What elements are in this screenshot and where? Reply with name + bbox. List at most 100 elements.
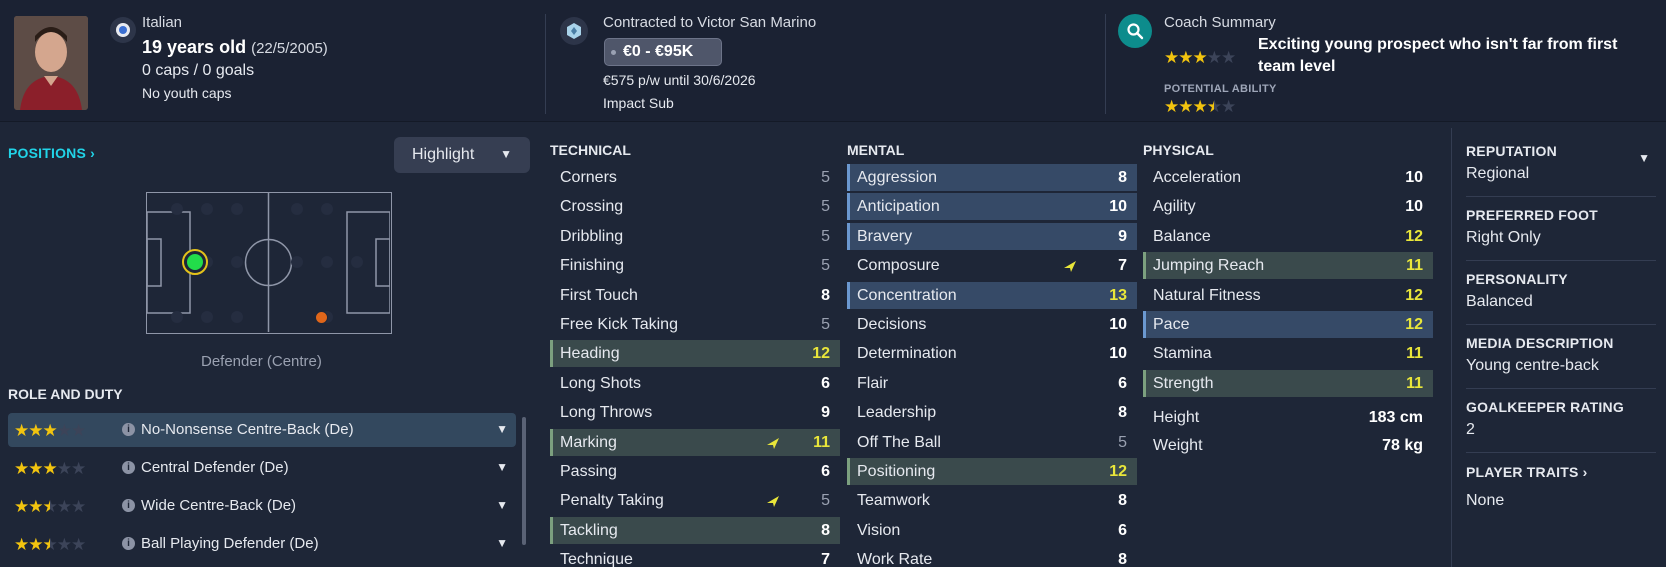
attribute-row-long-throws[interactable]: Long Throws 9 bbox=[550, 399, 840, 426]
header-divider bbox=[1105, 14, 1106, 114]
info-icon[interactable]: i bbox=[122, 537, 135, 550]
chevron-down-icon[interactable]: ▼ bbox=[496, 536, 508, 550]
attribute-row-crossing[interactable]: Crossing 5 bbox=[550, 193, 840, 220]
attribute-row-acceleration[interactable]: Acceleration 10 bbox=[1143, 164, 1433, 191]
attribute-value: 6 bbox=[821, 463, 830, 480]
attribute-name: Tackling bbox=[560, 521, 618, 539]
info-icon[interactable]: i bbox=[122, 461, 135, 474]
reputation-section[interactable]: REPUTATION Regional ▼ bbox=[1466, 143, 1656, 183]
attribute-name: Marking bbox=[560, 433, 617, 451]
attribute-row-tackling[interactable]: Tackling 8 bbox=[550, 516, 840, 544]
goalkeeper-rating-label: GOALKEEPER RATING bbox=[1466, 399, 1624, 415]
role-row-ball-playing-defender[interactable]: ★ ★ ★ ★ ★ i Ball Playing Defender (De) ▼ bbox=[8, 527, 516, 561]
search-icon[interactable] bbox=[1118, 14, 1152, 48]
role-rating-stars: ★ ★ ★ ★ ★ bbox=[14, 535, 86, 554]
youth-caps: No youth caps bbox=[142, 85, 232, 101]
attribute-row-concentration[interactable]: Concentration 13 bbox=[847, 281, 1137, 309]
attribute-row-marking[interactable]: Marking 11 bbox=[550, 428, 840, 456]
attribute-row-corners[interactable]: Corners 5 bbox=[550, 164, 840, 191]
attribute-row-dribbling[interactable]: Dribbling 5 bbox=[550, 223, 840, 250]
attribute-row-pace[interactable]: Pace 12 bbox=[1143, 311, 1433, 338]
attribute-row-leadership[interactable]: Leadership 8 bbox=[847, 399, 1137, 426]
attribute-value: 11 bbox=[813, 433, 830, 451]
attribute-row-composure[interactable]: Composure 7 bbox=[847, 252, 1137, 279]
attribute-row-agility[interactable]: Agility 10 bbox=[1143, 193, 1433, 220]
attribute-name: Acceleration bbox=[1153, 169, 1242, 186]
attribute-name: Natural Fitness bbox=[1153, 286, 1261, 304]
wage-range-text: €0 - €95K bbox=[623, 43, 694, 60]
role-row-central-defender[interactable]: ★ ★ ★ ★ ★ i Central Defender (De) ▼ bbox=[8, 451, 516, 485]
attribute-row-penalty-taking[interactable]: Penalty Taking 5 bbox=[550, 487, 840, 514]
attribute-row-anticipation[interactable]: Anticipation 10 bbox=[847, 193, 1137, 221]
progress-arrow-icon bbox=[767, 437, 779, 449]
attribute-value: 11 bbox=[1406, 374, 1423, 392]
attribute-row-finishing[interactable]: Finishing 5 bbox=[550, 252, 840, 279]
wage-range-pill[interactable]: €0 - €95K bbox=[604, 38, 722, 66]
attribute-name: Dribbling bbox=[560, 227, 624, 245]
weight-row: Weight 78 kg bbox=[1143, 432, 1433, 459]
attribute-value: 8 bbox=[1118, 169, 1127, 186]
club-badge-icon[interactable] bbox=[560, 17, 588, 45]
positions-link[interactable]: POSITIONS › bbox=[8, 145, 95, 161]
divider bbox=[1466, 452, 1656, 453]
attribute-row-determination[interactable]: Determination 10 bbox=[847, 340, 1137, 367]
attribute-name: Heading bbox=[560, 345, 620, 363]
attribute-value: 8 bbox=[821, 521, 830, 539]
attribute-row-vision[interactable]: Vision 6 bbox=[847, 517, 1137, 544]
attribute-row-jumping-reach[interactable]: Jumping Reach 11 bbox=[1143, 252, 1433, 280]
attribute-row-positioning[interactable]: Positioning 12 bbox=[847, 458, 1137, 485]
attribute-row-work-rate[interactable]: Work Rate 8 bbox=[847, 546, 1137, 567]
attribute-row-free-kick-taking[interactable]: Free Kick Taking 5 bbox=[550, 311, 840, 338]
info-icon[interactable]: i bbox=[122, 499, 135, 512]
attribute-row-aggression[interactable]: Aggression 8 bbox=[847, 164, 1137, 191]
attribute-value: 12 bbox=[1405, 227, 1423, 245]
player-traits-link[interactable]: PLAYER TRAITS › bbox=[1466, 464, 1656, 480]
attribute-value: 8 bbox=[1118, 404, 1127, 422]
role-row-wide-centre-back[interactable]: ★ ★ ★ ★ ★ i Wide Centre-Back (De) ▼ bbox=[8, 489, 516, 523]
attribute-row-long-shots[interactable]: Long Shots 6 bbox=[550, 370, 840, 397]
attribute-row-flair[interactable]: Flair 6 bbox=[847, 370, 1137, 397]
attribute-row-technique[interactable]: Technique 7 bbox=[550, 546, 840, 567]
attribute-row-bravery[interactable]: Bravery 9 bbox=[847, 222, 1137, 250]
attribute-row-off-the-ball[interactable]: Off The Ball 5 bbox=[847, 429, 1137, 456]
attribute-value: 8 bbox=[1118, 492, 1127, 510]
attribute-row-passing[interactable]: Passing 6 bbox=[550, 458, 840, 485]
attribute-name: Work Rate bbox=[857, 551, 933, 567]
attribute-name: Jumping Reach bbox=[1153, 257, 1265, 275]
attribute-value: 7 bbox=[1118, 257, 1127, 275]
chevron-down-icon[interactable]: ▼ bbox=[496, 498, 508, 512]
chevron-down-icon[interactable]: ▼ bbox=[496, 460, 508, 474]
potential-ability-label: POTENTIAL ABILITY bbox=[1164, 83, 1277, 95]
position-label: Defender (Centre) bbox=[201, 353, 322, 370]
attribute-row-stamina[interactable]: Stamina 11 bbox=[1143, 340, 1433, 367]
attribute-row-teamwork[interactable]: Teamwork 8 bbox=[847, 487, 1137, 514]
attribute-name: Crossing bbox=[560, 198, 624, 216]
nationality: Italian bbox=[142, 14, 183, 31]
secondary-position-marker[interactable] bbox=[315, 311, 328, 324]
player-photo[interactable] bbox=[14, 16, 88, 110]
chevron-right-icon: › bbox=[90, 145, 96, 161]
attribute-row-natural-fitness[interactable]: Natural Fitness 12 bbox=[1143, 282, 1433, 309]
contract-club[interactable]: Contracted to Victor San Marino bbox=[603, 14, 816, 31]
chevron-down-icon[interactable]: ▼ bbox=[496, 422, 508, 436]
attribute-name: Bravery bbox=[857, 227, 913, 245]
progress-arrow-icon bbox=[1064, 261, 1076, 273]
player-traits-section[interactable]: PLAYER TRAITS › None bbox=[1466, 464, 1656, 510]
physical-title: PHYSICAL bbox=[1143, 142, 1214, 158]
age-text: 19 years old bbox=[142, 37, 247, 57]
attribute-row-first-touch[interactable]: First Touch 8 bbox=[550, 282, 840, 309]
italy-flag-icon bbox=[110, 17, 136, 43]
attribute-name: Balance bbox=[1153, 227, 1211, 245]
attribute-row-balance[interactable]: Balance 12 bbox=[1143, 223, 1433, 250]
attribute-row-heading[interactable]: Heading 12 bbox=[550, 340, 840, 368]
info-icon[interactable]: i bbox=[122, 423, 135, 436]
natural-position-marker[interactable] bbox=[182, 249, 208, 275]
role-row-no-nonsense-centre-back[interactable]: ★ ★ ★ ★ ★ i No-Nonsense Centre-Back (De) ▼ bbox=[8, 413, 516, 447]
highlight-label: Highlight bbox=[412, 146, 475, 163]
attribute-row-strength[interactable]: Strength 11 bbox=[1143, 369, 1433, 397]
roles-scrollbar[interactable] bbox=[522, 417, 526, 545]
chevron-down-icon[interactable]: ▼ bbox=[1638, 151, 1650, 165]
highlight-dropdown[interactable]: Highlight ▼ bbox=[394, 137, 530, 173]
attribute-row-decisions[interactable]: Decisions 10 bbox=[847, 311, 1137, 338]
attribute-name: Strength bbox=[1153, 374, 1214, 392]
